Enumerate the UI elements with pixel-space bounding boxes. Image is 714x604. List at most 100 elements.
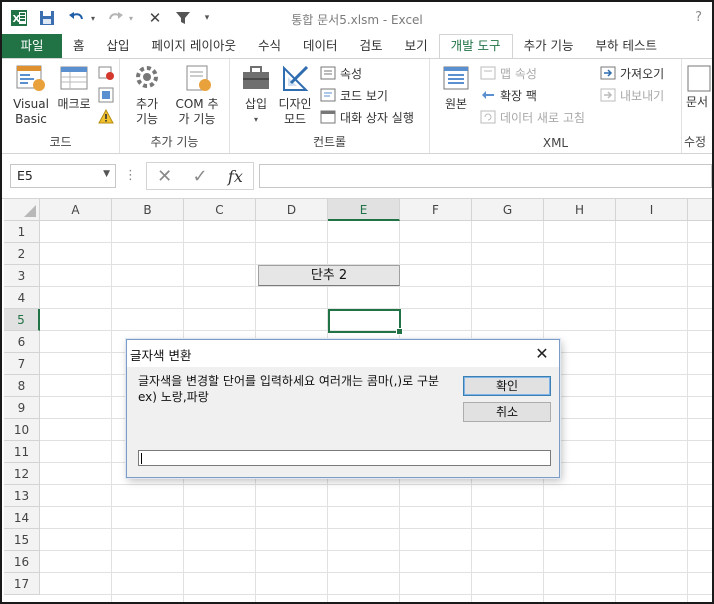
select-all-button[interactable] (4, 199, 40, 221)
row-header-9[interactable]: 9 (4, 397, 40, 419)
insert-control-button[interactable]: 삽입 ▾ (238, 63, 274, 127)
document-panel-button[interactable]: 문서 패 (686, 63, 712, 110)
export-icon (600, 87, 616, 103)
row-header-13[interactable]: 13 (4, 485, 40, 507)
form-button-2[interactable]: 단추 2 (258, 265, 400, 286)
dialog-input-field[interactable] (138, 450, 551, 466)
tab-developer[interactable]: 개발 도구 (438, 34, 513, 58)
import-label: 가져오기 (620, 66, 665, 81)
group-controls-label: 컨트롤 (312, 135, 347, 149)
row-header-6[interactable]: 6 (4, 331, 40, 353)
macros-button[interactable]: 매크로 (54, 63, 94, 112)
addins-button[interactable]: 추가 기능 (126, 63, 168, 127)
cancel-entry-icon[interactable]: ✕ (157, 166, 172, 187)
name-box[interactable]: E5 ▼ (10, 164, 116, 188)
column-header-h[interactable]: H (544, 199, 616, 221)
column-header-a[interactable]: A (40, 199, 112, 221)
tab-addins[interactable]: 추가 기능 (513, 34, 585, 58)
name-box-dropdown-icon[interactable]: ▼ (103, 169, 110, 179)
tab-file[interactable]: 파일 (2, 34, 62, 58)
record-macro-icon[interactable] (98, 65, 114, 81)
com-addins-button[interactable]: COM 추가 기능 (170, 63, 226, 127)
row-header-7[interactable]: 7 (4, 353, 40, 375)
refresh-data-button[interactable]: 데이터 새로 고침 (480, 107, 585, 127)
insert-control-label: 삽입 (244, 97, 268, 111)
tab-formulas[interactable]: 수식 (247, 34, 292, 58)
row-header-11[interactable]: 11 (4, 441, 40, 463)
row-header-2[interactable]: 2 (4, 243, 40, 265)
grid-vline (615, 221, 616, 602)
export-button[interactable]: 내보내기 (600, 85, 664, 105)
title-bar: X ▾ ▾ ✕ ▾ 통합 문서5.xlsm - Excel ? (2, 2, 712, 34)
grid-hline (40, 484, 712, 485)
row-header-1[interactable]: 1 (4, 221, 40, 243)
tab-load-test[interactable]: 부하 테스트 (585, 34, 668, 58)
refresh-data-label: 데이터 새로 고침 (500, 110, 585, 125)
import-button[interactable]: 가져오기 (600, 63, 664, 83)
column-header-c[interactable]: C (184, 199, 256, 221)
group-addins-label: 추가 기능 (150, 135, 199, 149)
row-header-4[interactable]: 4 (4, 287, 40, 309)
row-header-16[interactable]: 16 (4, 551, 40, 573)
row-header-3[interactable]: 3 (4, 265, 40, 287)
column-header-f[interactable]: F (400, 199, 472, 221)
insert-dropdown-icon: ▾ (253, 115, 258, 124)
column-header-d[interactable]: D (256, 199, 328, 221)
insert-function-icon[interactable]: fx (228, 167, 243, 186)
column-header-e[interactable]: E (328, 199, 400, 221)
macro-security-icon[interactable] (98, 108, 114, 125)
cancel-button[interactable]: 취소 (463, 402, 551, 422)
row-header-14[interactable]: 14 (4, 507, 40, 529)
import-icon (600, 65, 616, 81)
run-dialog-label: 대화 상자 실행 (340, 110, 414, 125)
row-header-17[interactable]: 17 (4, 573, 40, 595)
formula-input[interactable] (259, 164, 712, 188)
tab-insert[interactable]: 삽입 (96, 34, 141, 58)
row-header-12[interactable]: 12 (4, 463, 40, 485)
row-header-8[interactable]: 8 (4, 375, 40, 397)
xml-source-button[interactable]: 원본 (438, 63, 474, 112)
document-panel-label: 문서 패 (686, 95, 712, 109)
dialog-prompt: 글자색을 변경할 단어를 입력하세요 여러개는 콤마(,)로 구분 ex) 노랑… (138, 374, 440, 404)
active-cell-e5[interactable] (328, 309, 403, 335)
group-code: Visual Basic 매크로 코드 (2, 59, 120, 153)
close-icon[interactable]: ✕ (531, 342, 553, 364)
tab-data[interactable]: 데이터 (292, 34, 349, 58)
com-addins-label: COM 추가 기능 (175, 97, 219, 126)
enter-entry-icon[interactable]: ✓ (193, 166, 208, 187)
properties-button[interactable]: 속성 (320, 63, 362, 83)
column-header-g[interactable]: G (472, 199, 544, 221)
view-code-icon (320, 87, 336, 103)
tab-review[interactable]: 검토 (349, 34, 394, 58)
column-header-overflow[interactable] (688, 199, 712, 221)
expansion-packs-button[interactable]: 확장 팩 (480, 85, 537, 105)
column-header-b[interactable]: B (112, 199, 184, 221)
properties-icon (320, 65, 336, 81)
ribbon-developer: Visual Basic 매크로 코드 추가 기능 COM 추가 기능 추가 기… (2, 58, 712, 154)
grid-hline (40, 286, 712, 287)
formula-bar-resize-handle[interactable]: ⋮ (124, 168, 137, 183)
map-properties-button[interactable]: 맵 속성 (480, 63, 537, 83)
view-code-button[interactable]: 코드 보기 (320, 85, 388, 105)
dialog-title-bar[interactable]: 글자색 변환 ✕ (127, 340, 559, 367)
run-dialog-button[interactable]: 대화 상자 실행 (320, 107, 414, 127)
design-mode-button[interactable]: 디자인 모드 (276, 63, 316, 127)
design-mode-label: 디자인 모드 (278, 97, 312, 126)
help-button[interactable]: ? (695, 10, 702, 25)
tab-home[interactable]: 홈 (62, 34, 96, 58)
row-header-15[interactable]: 15 (4, 529, 40, 551)
relative-reference-icon[interactable] (98, 87, 114, 103)
grid-vline (687, 221, 688, 602)
row-header-10[interactable]: 10 (4, 419, 40, 441)
group-code-label: 코드 (49, 135, 72, 149)
group-controls: 삽입 ▾ 디자인 모드 속성 코드 보기 대화 상자 실행 컨트롤 (230, 59, 430, 153)
ok-button[interactable]: 확인 (463, 376, 551, 396)
row-header-5[interactable]: 5 (4, 309, 40, 331)
visual-basic-button[interactable]: Visual Basic (10, 63, 52, 127)
tab-page-layout[interactable]: 페이지 레이아웃 (141, 34, 247, 58)
window-title: 통합 문서5.xlsm - Excel (291, 13, 423, 27)
group-addins: 추가 기능 COM 추가 기능 추가 기능 (120, 59, 230, 153)
column-header-i[interactable]: I (616, 199, 688, 221)
tab-view[interactable]: 보기 (394, 34, 439, 58)
expansion-packs-label: 확장 팩 (500, 88, 537, 103)
